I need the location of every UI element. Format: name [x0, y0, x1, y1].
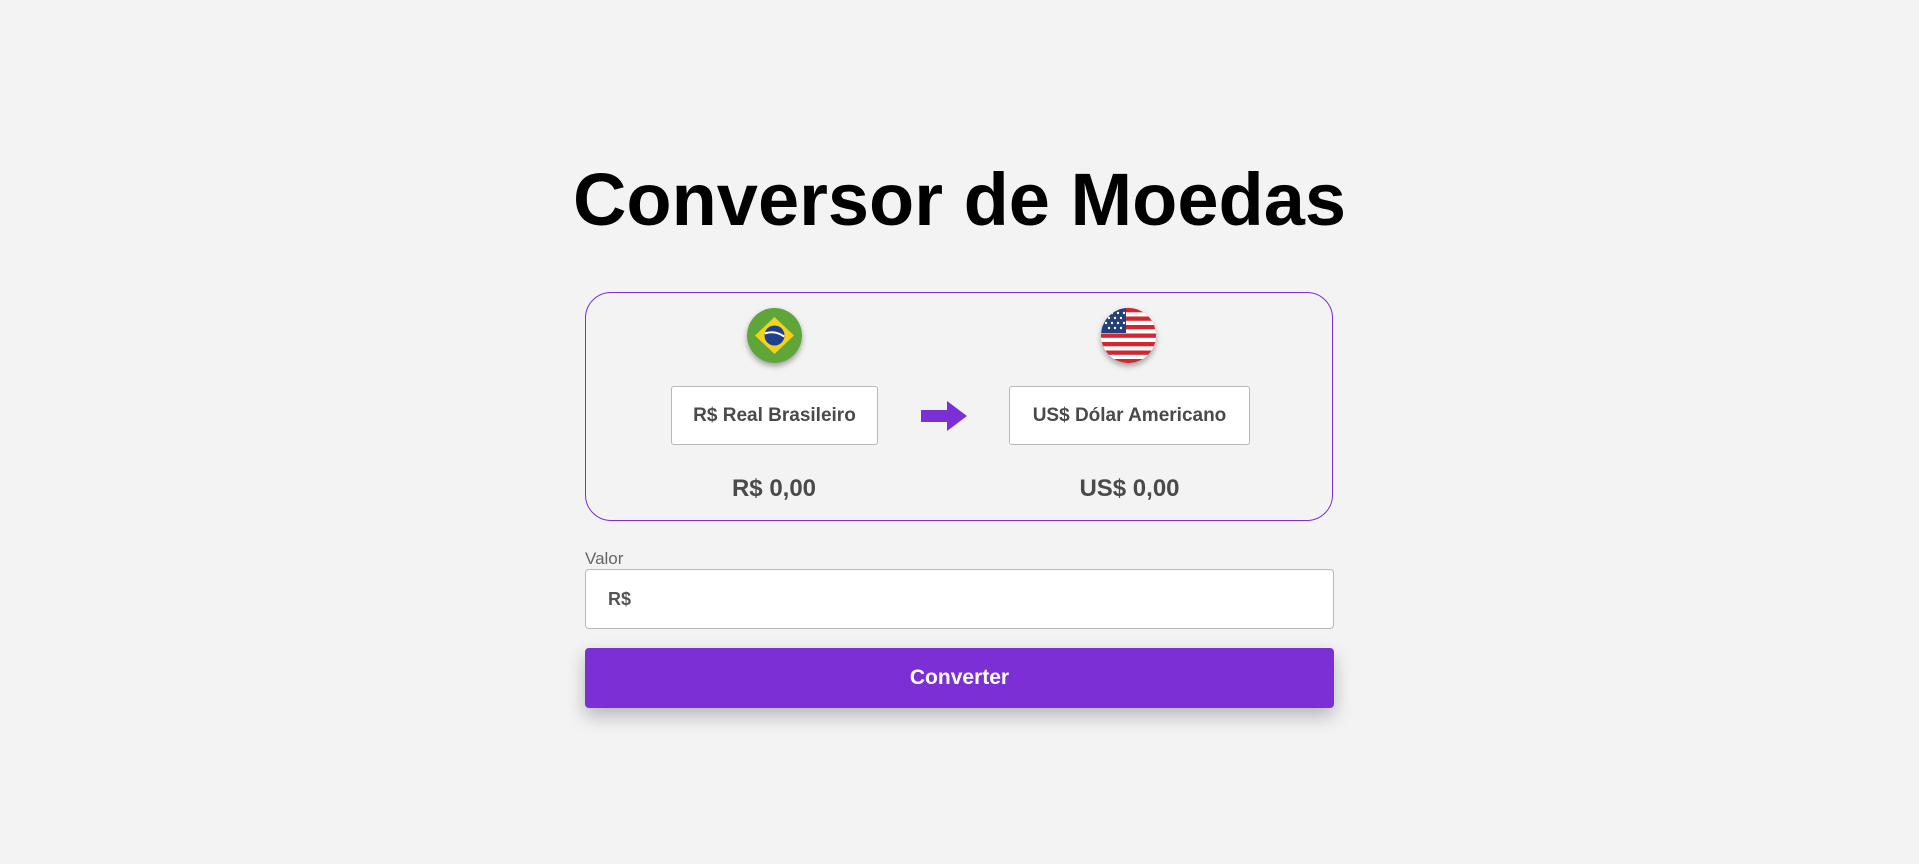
from-currency-label: R$ Real Brasileiro: [693, 404, 856, 426]
to-amount-value: US$ 0,00: [1079, 475, 1180, 502]
convert-button[interactable]: Converter: [585, 648, 1334, 708]
arrow-right-icon: [921, 401, 967, 431]
to-currency-select[interactable]: US$ Dólar Americano: [1009, 386, 1250, 445]
from-amount-value: R$ 0,00: [731, 475, 817, 502]
from-currency-select[interactable]: R$ Real Brasileiro: [671, 386, 878, 445]
to-currency-label: US$ Dólar Americano: [1032, 404, 1227, 426]
value-input-container: [585, 569, 1334, 629]
currency-converter-page: Conversor de Moedas R$ Real Brasileiro U…: [0, 0, 1919, 864]
page-title: Conversor de Moedas: [572, 158, 1347, 241]
brazil-flag-icon: [747, 308, 802, 363]
currency-card: R$ Real Brasileiro US$ Dólar Americano R…: [585, 292, 1333, 521]
usa-flag-icon: [1101, 308, 1156, 363]
value-input[interactable]: [586, 570, 1333, 628]
value-label: Valor: [585, 549, 624, 568]
